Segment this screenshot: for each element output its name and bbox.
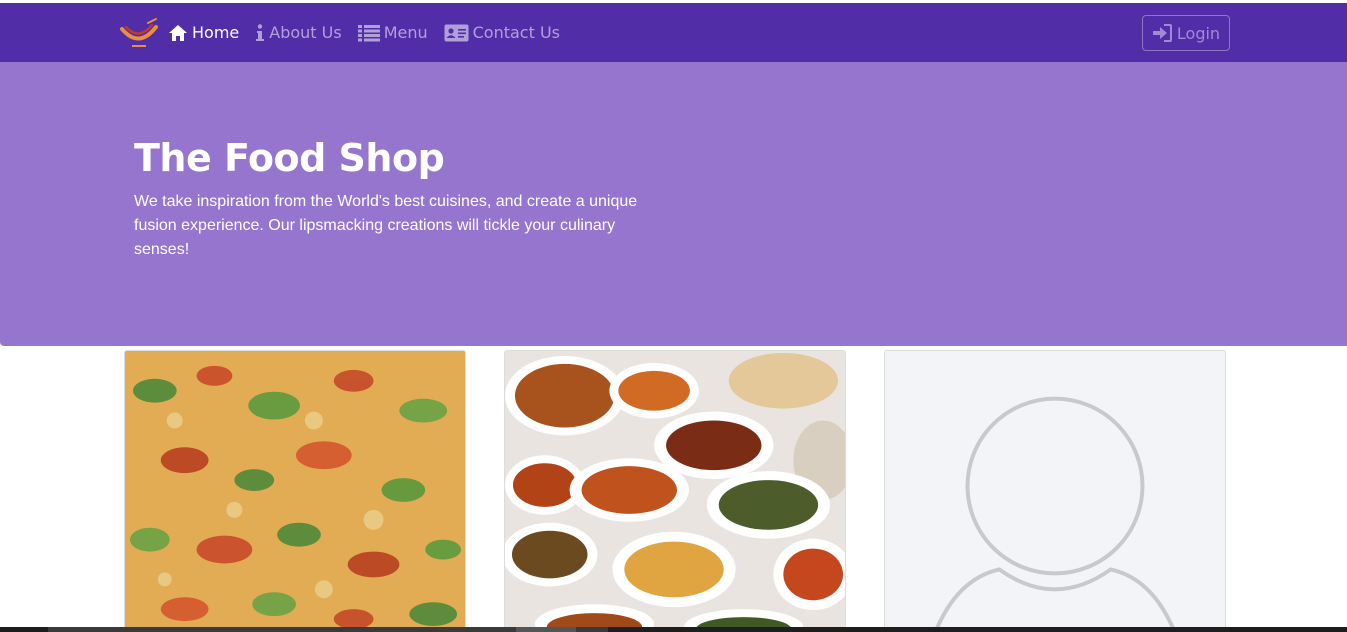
nav-item-label: About Us [269,23,342,42]
nav-item-home[interactable]: Home [168,3,247,62]
card-buffet[interactable] [504,350,846,632]
nav-item-label: Home [192,23,240,42]
bottom-scrollbar [0,627,1347,632]
pizza-image [125,351,465,631]
page-title: The Food Shop [134,136,445,180]
login-label: Login [1176,23,1221,43]
nav-item-label: Contact Us [472,23,561,42]
avatar-placeholder-image [885,351,1225,631]
jumbotron: The Food Shop We take inspiration from t… [0,62,1347,346]
nav-links: Home About Us Menu Contact Us [168,3,576,62]
buffet-dishes-image [505,351,845,631]
nav-item-about-us[interactable]: About Us [255,3,349,62]
info-icon [255,23,265,42]
sign-in-icon [1152,24,1172,42]
address-card-icon [444,24,469,42]
nav-item-label: Menu [383,23,428,42]
jumbotron-description: We take inspiration from the World's bes… [134,193,638,258]
restaurant-logo-icon[interactable] [118,17,160,51]
nav-item-menu[interactable]: Menu [357,3,436,62]
navbar: Home About Us Menu Contact Us Login [0,3,1347,62]
nav-item-contact-us[interactable]: Contact Us [444,3,568,62]
card-pizza[interactable] [124,350,466,632]
login-button[interactable]: Login [1142,15,1230,51]
list-icon [357,24,380,42]
home-icon [168,24,188,42]
card-placeholder[interactable] [884,350,1226,632]
